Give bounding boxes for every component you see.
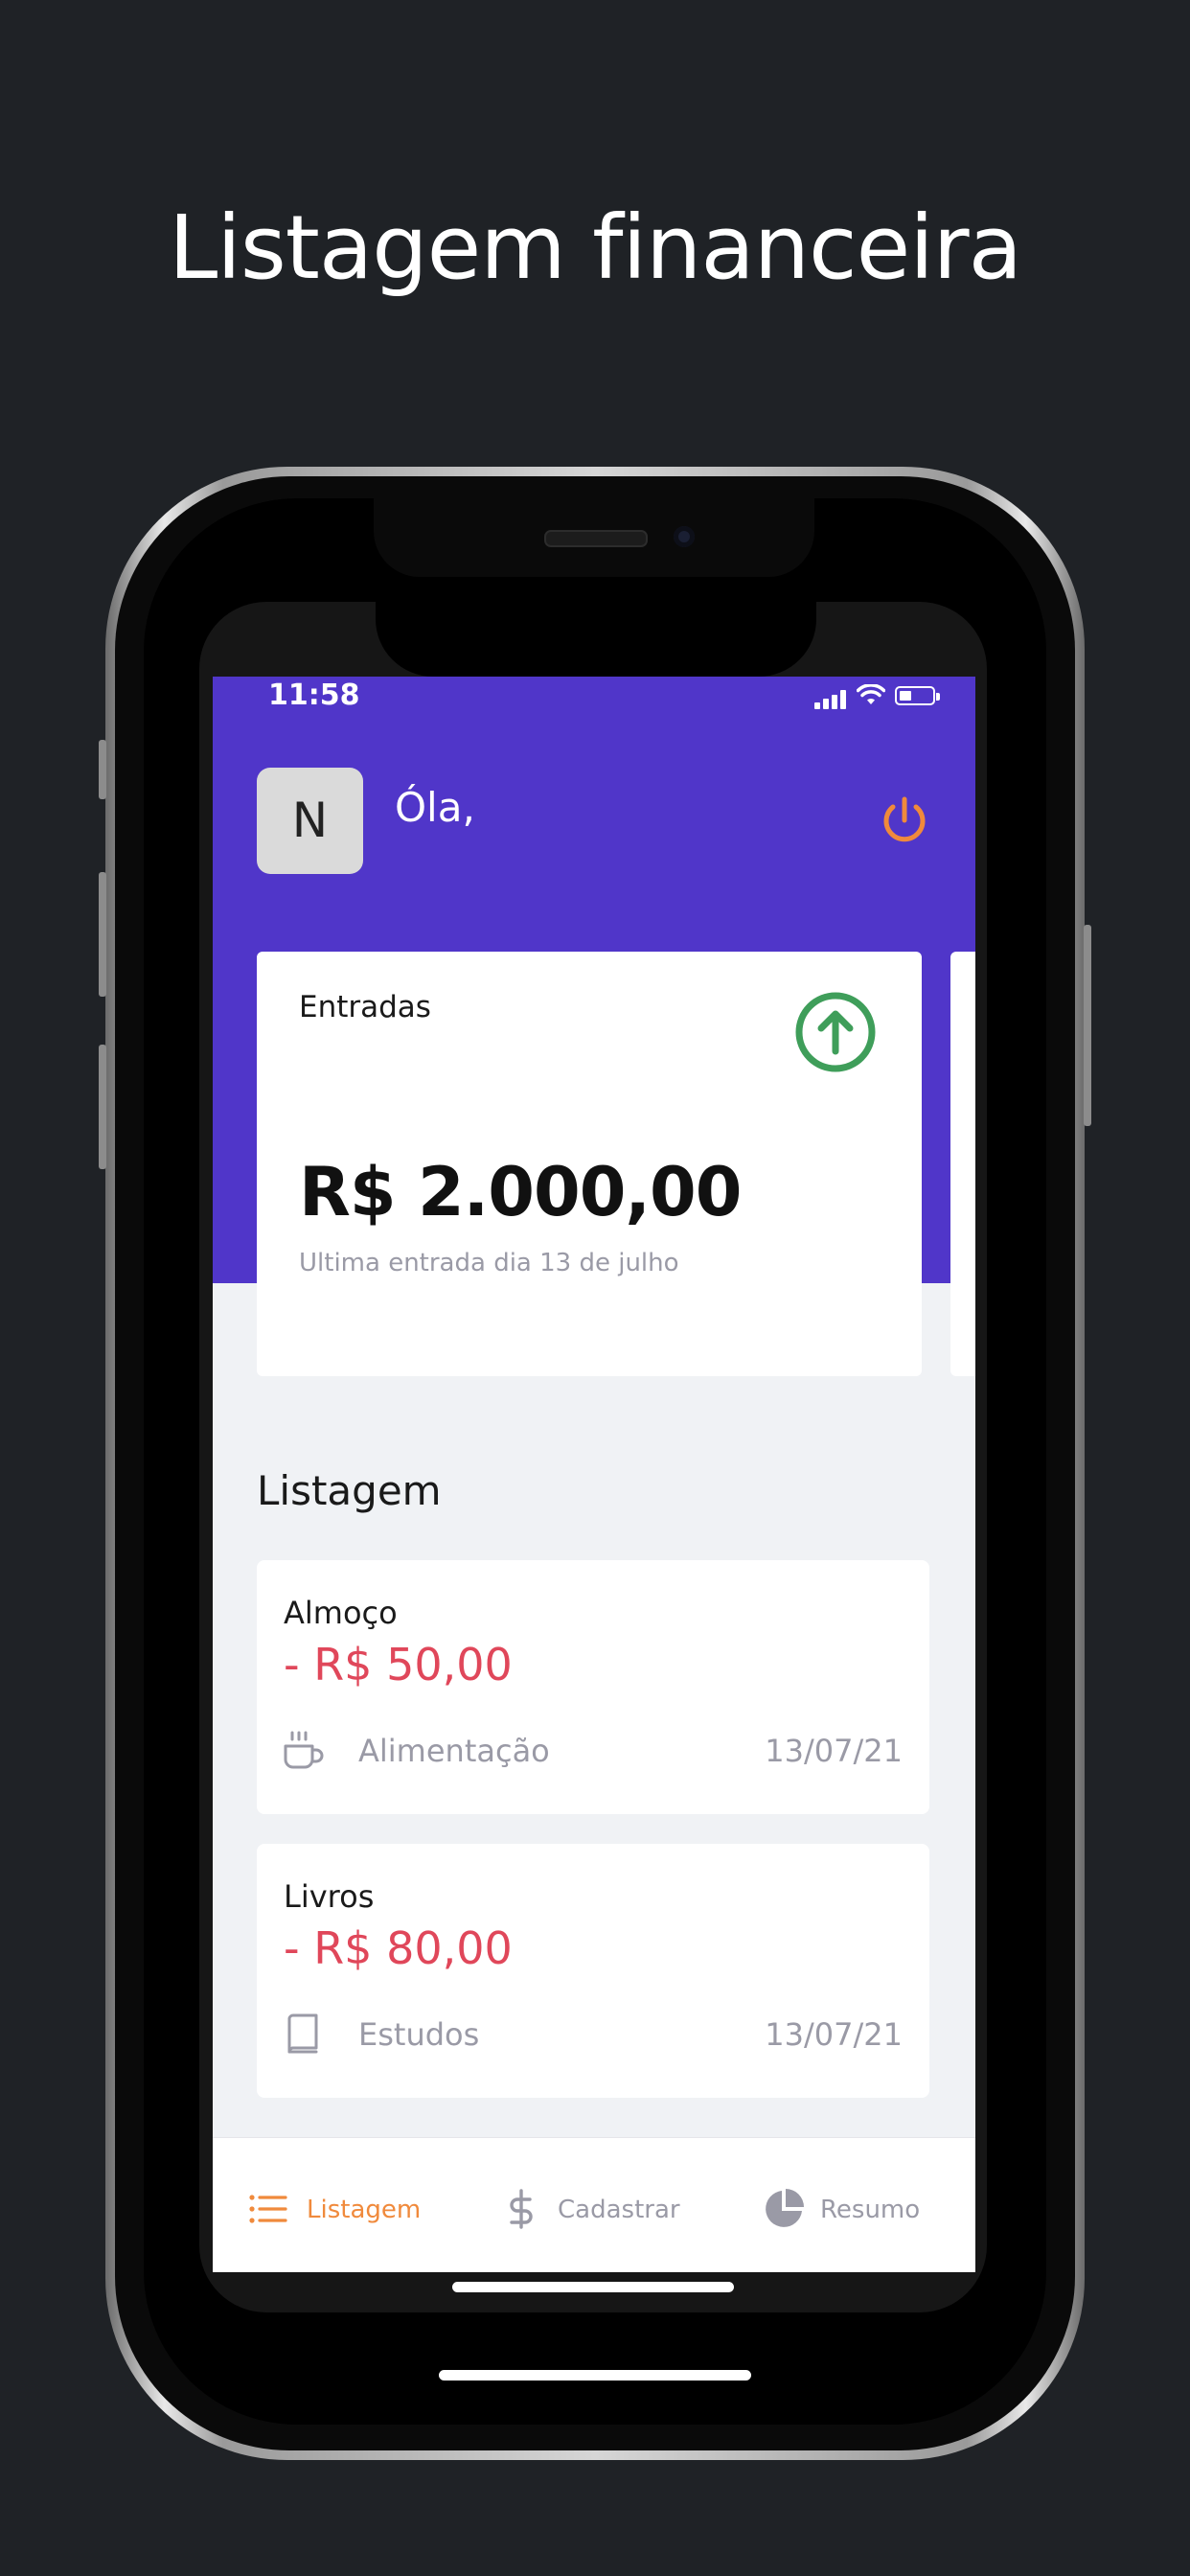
- tab-label: Listagem: [307, 2196, 422, 2224]
- phone-home-indicator: [439, 2370, 751, 2380]
- wifi-icon: [857, 684, 885, 704]
- transaction-title: Almoço: [284, 1595, 398, 1631]
- tab-resumo[interactable]: Resumo: [763, 2138, 954, 2272]
- power-icon[interactable]: [876, 792, 933, 849]
- tab-label: Resumo: [820, 2196, 921, 2224]
- greeting-text: Óla,: [395, 784, 475, 831]
- tab-bar: Listagem Cadastrar Resumo: [213, 2137, 975, 2272]
- transaction-card[interactable]: Livros - R$ 80,00 Estudos 13/07/21: [257, 1844, 929, 2098]
- mute-switch: [99, 740, 106, 799]
- tab-label: Cadastrar: [558, 2196, 680, 2224]
- summary-card-amount: R$ 2.000,00: [299, 1153, 742, 1231]
- volume-down-button: [99, 1045, 106, 1169]
- book-icon: [287, 2013, 318, 2054]
- speaker: [544, 530, 648, 547]
- transaction-date: 13/07/21: [765, 2016, 903, 2053]
- home-indicator[interactable]: [452, 2282, 734, 2292]
- status-bar: 11:58: [213, 677, 975, 715]
- pie-chart-icon: [766, 2189, 804, 2227]
- headline: Listagem financeira: [169, 196, 1022, 299]
- arrow-up-circle-icon: [795, 992, 876, 1072]
- summary-card-next[interactable]: [950, 952, 975, 1376]
- front-camera: [674, 526, 695, 547]
- signal-icon: [814, 688, 851, 709]
- transaction-amount: - R$ 80,00: [284, 1922, 513, 1974]
- app-screen: 11:58 N Óla, Entradas R$ 2.000,00 Ultima…: [213, 677, 975, 2272]
- screen-notch: [376, 602, 816, 677]
- dollar-icon: [510, 2189, 533, 2229]
- transaction-card[interactable]: Almoço - R$ 50,00 Alimentação 13/07/21: [257, 1560, 929, 1814]
- transaction-amount: - R$ 50,00: [284, 1639, 513, 1690]
- status-time: 11:58: [268, 678, 360, 712]
- transaction-category: Alimentação: [358, 1733, 550, 1769]
- coffee-icon: [284, 1731, 324, 1769]
- transaction-category: Estudos: [358, 2016, 480, 2053]
- transaction-title: Livros: [284, 1878, 375, 1915]
- transaction-date: 13/07/21: [765, 1733, 903, 1769]
- avatar[interactable]: N: [257, 768, 363, 874]
- summary-card-entradas: Entradas R$ 2.000,00 Ultima entrada dia …: [257, 952, 922, 1376]
- summary-card-title: Entradas: [299, 990, 431, 1024]
- tab-cadastrar[interactable]: Cadastrar: [500, 2138, 692, 2272]
- list-icon: [249, 2195, 287, 2223]
- summary-card-subtitle: Ultima entrada dia 13 de julho: [299, 1249, 679, 1277]
- section-title: Listagem: [257, 1467, 442, 1514]
- power-button: [1084, 925, 1091, 1126]
- battery-icon: [895, 686, 940, 705]
- tab-listagem[interactable]: Listagem: [247, 2138, 439, 2272]
- volume-up-button: [99, 872, 106, 997]
